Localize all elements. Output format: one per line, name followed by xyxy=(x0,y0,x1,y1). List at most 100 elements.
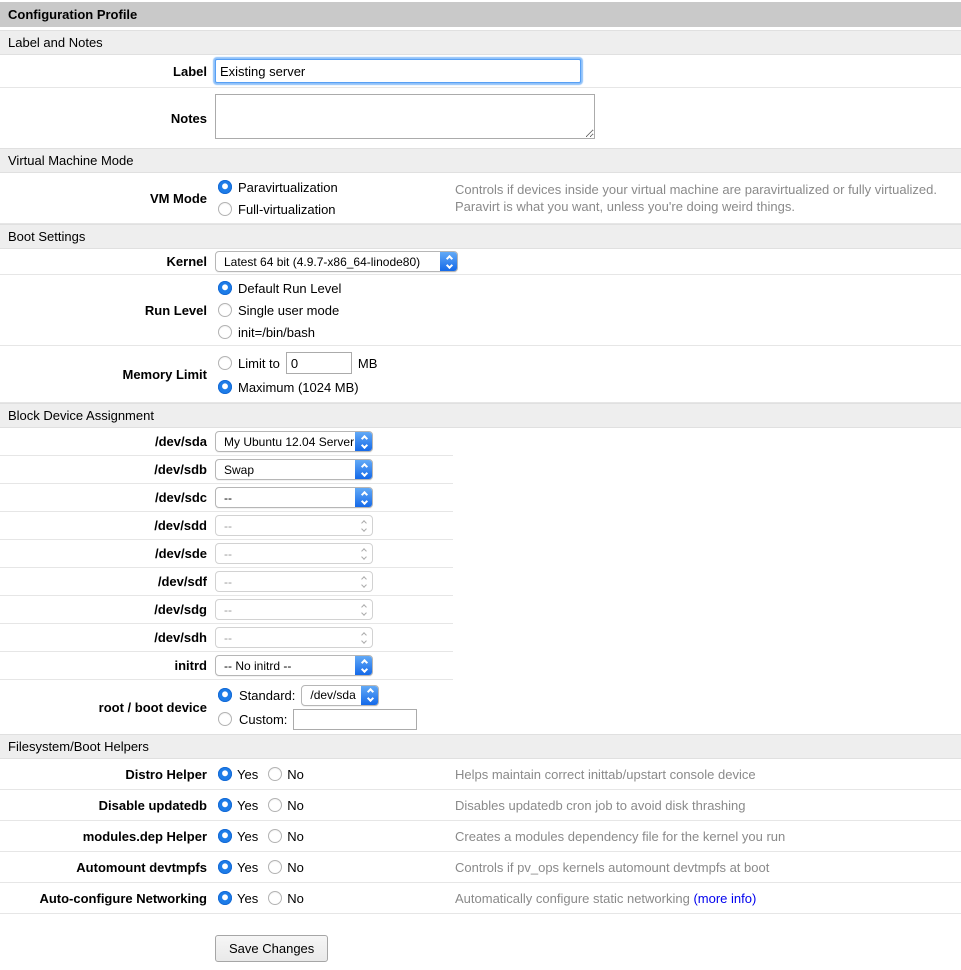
yes-option-label[interactable]: Yes xyxy=(237,860,258,875)
form-row-dev-sde: /dev/sde -- xyxy=(0,540,453,568)
radio-limit-to-icon[interactable] xyxy=(218,356,232,370)
form-footer: Save Changes xyxy=(215,935,961,962)
yes-option-label[interactable]: Yes xyxy=(237,891,258,906)
run-level-option-default[interactable]: Default Run Level xyxy=(215,277,455,299)
initrd-select[interactable]: -- No initrd -- xyxy=(215,655,373,676)
notes-textarea[interactable] xyxy=(215,94,595,139)
dev-sdb-select[interactable]: Swap xyxy=(215,459,373,480)
form-row-root-boot-device: root / boot device Standard: /dev/sda Cu… xyxy=(0,680,453,734)
yes-option-label[interactable]: Yes xyxy=(237,829,258,844)
radio-modules-dep-no-icon[interactable] xyxy=(268,829,282,843)
no-option-label[interactable]: No xyxy=(287,767,304,782)
distro-helper-help-text: Helps maintain correct inittab/upstart c… xyxy=(455,766,756,783)
kernel-select-value: Latest 64 bit (4.9.7-x86_64-linode80) xyxy=(224,255,420,269)
disable-updatedb-help-text: Disables updatedb cron job to avoid disk… xyxy=(455,797,746,814)
vm-mode-help-line-1: Controls if devices inside your virtual … xyxy=(455,181,937,198)
default-run-level-option-label[interactable]: Default Run Level xyxy=(238,281,341,296)
radio-networking-yes-icon[interactable] xyxy=(218,891,232,905)
vm-mode-help-text: Controls if devices inside your virtual … xyxy=(455,181,937,215)
no-option-label[interactable]: No xyxy=(287,829,304,844)
initrd-label: initrd xyxy=(0,658,207,673)
radio-paravirtualization-icon[interactable] xyxy=(218,180,232,194)
memory-limit-input[interactable] xyxy=(286,352,352,374)
dev-sdd-select: -- xyxy=(215,515,373,536)
section-label-and-notes: Label and Notes xyxy=(0,30,961,55)
select-stepper-icon xyxy=(355,487,373,508)
kernel-select[interactable]: Latest 64 bit (4.9.7-x86_64-linode80) xyxy=(215,251,458,272)
radio-maximum-icon[interactable] xyxy=(218,380,232,394)
select-stepper-icon xyxy=(355,627,373,648)
vm-mode-label: VM Mode xyxy=(0,191,207,206)
standard-option-label[interactable]: Standard: xyxy=(239,688,295,703)
radio-automount-yes-icon[interactable] xyxy=(218,860,232,874)
run-level-option-init-bash[interactable]: init=/bin/bash xyxy=(215,321,455,343)
distro-helper-label: Distro Helper xyxy=(0,767,207,782)
vm-mode-help-line-2: Paravirt is what you want, unless you're… xyxy=(455,198,937,215)
limit-to-option-label[interactable]: Limit to xyxy=(238,356,280,371)
radio-modules-dep-yes-icon[interactable] xyxy=(218,829,232,843)
notes-field-label: Notes xyxy=(0,111,207,126)
full-virtualization-option-label[interactable]: Full-virtualization xyxy=(238,202,336,217)
init-bash-option-label[interactable]: init=/bin/bash xyxy=(238,325,315,340)
networking-help-text: Automatically configure static networkin… xyxy=(455,891,690,906)
form-row-modules-dep-helper: modules.dep Helper Yes No Creates a modu… xyxy=(0,821,961,852)
disable-updatedb-label: Disable updatedb xyxy=(0,798,207,813)
radio-single-user-mode-icon[interactable] xyxy=(218,303,232,317)
radio-standard-icon[interactable] xyxy=(218,688,232,702)
vm-mode-option-full-virtualization[interactable]: Full-virtualization xyxy=(215,198,455,220)
root-boot-device-label: root / boot device xyxy=(0,700,207,715)
radio-distro-helper-yes-icon[interactable] xyxy=(218,767,232,781)
form-row-dev-sdh: /dev/sdh -- xyxy=(0,624,453,652)
custom-root-device-input[interactable] xyxy=(293,709,417,730)
run-level-label: Run Level xyxy=(0,303,207,318)
dev-sde-select: -- xyxy=(215,543,373,564)
yes-option-label[interactable]: Yes xyxy=(237,798,258,813)
no-option-label[interactable]: No xyxy=(287,798,304,813)
radio-full-virtualization-icon[interactable] xyxy=(218,202,232,216)
root-device-select[interactable]: /dev/sda xyxy=(301,685,379,706)
yes-option-label[interactable]: Yes xyxy=(237,767,258,782)
maximum-option-label[interactable]: Maximum (1024 MB) xyxy=(238,380,359,395)
more-info-link[interactable]: (more info) xyxy=(693,891,756,906)
custom-option-label[interactable]: Custom: xyxy=(239,712,287,727)
dev-sdf-select: -- xyxy=(215,571,373,592)
dev-sdb-select-value: Swap xyxy=(224,463,254,477)
dev-sdh-select: -- xyxy=(215,627,373,648)
select-stepper-icon xyxy=(355,459,373,480)
dev-sdc-select[interactable]: -- xyxy=(215,487,373,508)
no-option-label[interactable]: No xyxy=(287,891,304,906)
radio-default-run-level-icon[interactable] xyxy=(218,281,232,295)
form-row-automount-devtmpfs: Automount devtmpfs Yes No Controls if pv… xyxy=(0,852,961,883)
save-changes-button[interactable]: Save Changes xyxy=(215,935,328,962)
select-stepper-icon xyxy=(355,543,373,564)
dev-sdf-select-value: -- xyxy=(224,575,232,589)
dev-sdh-select-value: -- xyxy=(224,631,232,645)
memory-limit-option-maximum[interactable]: Maximum (1024 MB) xyxy=(215,376,455,398)
section-filesystem-boot-helpers: Filesystem/Boot Helpers xyxy=(0,734,961,759)
modules-dep-helper-label: modules.dep Helper xyxy=(0,829,207,844)
no-option-label[interactable]: No xyxy=(287,860,304,875)
label-input[interactable] xyxy=(215,59,581,83)
section-boot-settings: Boot Settings xyxy=(0,224,961,249)
radio-init-bash-icon[interactable] xyxy=(218,325,232,339)
radio-disable-updatedb-no-icon[interactable] xyxy=(268,798,282,812)
radio-automount-no-icon[interactable] xyxy=(268,860,282,874)
form-row-auto-configure-networking: Auto-configure Networking Yes No Automat… xyxy=(0,883,961,914)
dev-sda-select[interactable]: My Ubuntu 12.04 Server xyxy=(215,431,373,452)
dev-sdd-label: /dev/sdd xyxy=(0,518,207,533)
root-device-option-standard[interactable]: Standard: /dev/sda xyxy=(215,683,455,707)
vm-mode-option-paravirtualization[interactable]: Paravirtualization xyxy=(215,176,455,198)
radio-networking-no-icon[interactable] xyxy=(268,891,282,905)
run-level-option-single-user[interactable]: Single user mode xyxy=(215,299,455,321)
dev-sde-select-value: -- xyxy=(224,547,232,561)
root-device-option-custom[interactable]: Custom: xyxy=(215,707,455,731)
single-user-mode-option-label[interactable]: Single user mode xyxy=(238,303,339,318)
paravirtualization-option-label[interactable]: Paravirtualization xyxy=(238,180,338,195)
radio-custom-icon[interactable] xyxy=(218,712,232,726)
memory-limit-option-limit-to[interactable]: Limit to MB xyxy=(215,350,455,376)
select-stepper-icon xyxy=(355,515,373,536)
radio-disable-updatedb-yes-icon[interactable] xyxy=(218,798,232,812)
dev-sda-select-value: My Ubuntu 12.04 Server xyxy=(224,435,354,449)
dev-sdg-select: -- xyxy=(215,599,373,620)
radio-distro-helper-no-icon[interactable] xyxy=(268,767,282,781)
